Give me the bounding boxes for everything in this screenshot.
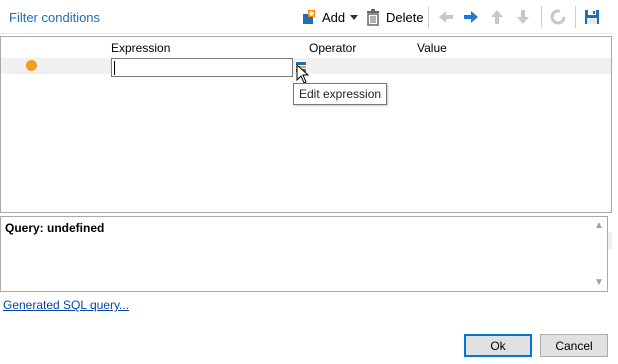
move-left-button[interactable] (437, 7, 455, 27)
conditions-grid: Expression Operator Value ❮ ❯ (0, 36, 612, 249)
dropdown-arrow-icon (350, 15, 358, 20)
edit-expression-tooltip: Edit expression (293, 83, 388, 105)
mouse-cursor-icon (296, 64, 310, 84)
save-icon (585, 10, 599, 24)
add-button[interactable]: Add (300, 7, 345, 27)
ok-button[interactable]: Ok (464, 334, 532, 357)
toolbar-separator (541, 6, 542, 28)
arrow-left-icon (439, 11, 453, 23)
add-icon (303, 10, 315, 24)
move-down-button[interactable] (514, 7, 532, 27)
delete-button-label: Delete (386, 9, 424, 25)
delete-button[interactable]: Delete (364, 7, 424, 27)
add-dropdown-button[interactable] (349, 7, 359, 27)
arrow-down-icon (517, 10, 529, 24)
vertical-scrollbar[interactable]: ▲ ▼ (590, 217, 607, 291)
trash-icon (367, 9, 379, 26)
toolbar-separator (575, 6, 576, 28)
scroll-down-icon[interactable]: ▼ (594, 277, 604, 288)
query-preview: Query: undefined ▲ ▼ (0, 216, 608, 292)
toolbar-title: Filter conditions (9, 10, 101, 25)
column-header-operator[interactable]: Operator (309, 41, 356, 55)
toolbar: Filter conditions Add Delete (0, 0, 612, 34)
arrow-right-icon (464, 11, 478, 23)
toolbar-separator (428, 6, 429, 28)
status-indicator-icon (26, 60, 37, 71)
column-header-value[interactable]: Value (417, 41, 447, 55)
arrow-up-icon (491, 10, 503, 24)
grid-header: Expression Operator Value (1, 37, 611, 57)
query-text: Query: undefined (5, 221, 105, 235)
scroll-up-icon[interactable]: ▲ (594, 220, 604, 231)
expression-input[interactable] (111, 58, 293, 77)
move-up-button[interactable] (488, 7, 506, 27)
text-caret (114, 61, 115, 75)
refresh-button[interactable] (549, 7, 567, 27)
cancel-button[interactable]: Cancel (540, 334, 608, 357)
move-right-button[interactable] (462, 7, 480, 27)
column-header-expression[interactable]: Expression (111, 41, 170, 55)
refresh-icon (550, 9, 566, 25)
add-button-label: Add (322, 9, 346, 25)
generated-sql-query-link[interactable]: Generated SQL query... (3, 298, 129, 312)
save-button[interactable] (583, 7, 601, 27)
